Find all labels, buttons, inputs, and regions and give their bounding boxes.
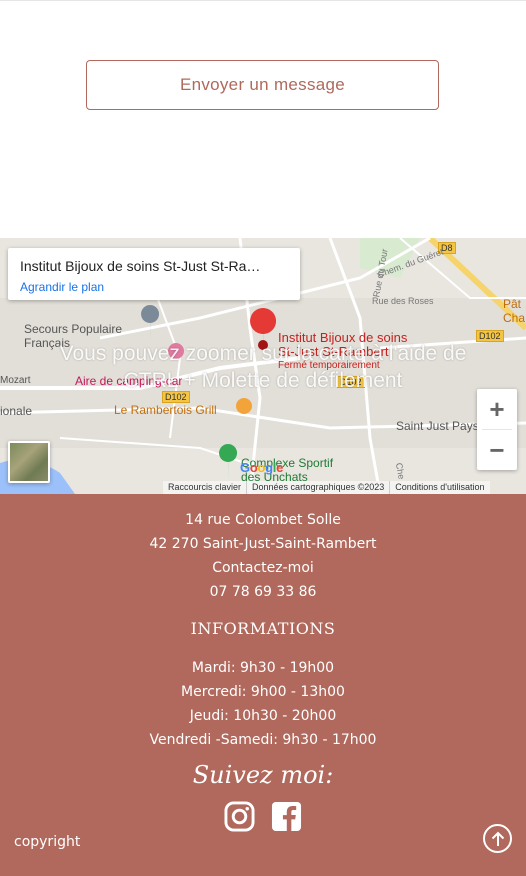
map-zoom-control: + − xyxy=(477,389,517,470)
follow-me-heading: Suivez moi: xyxy=(192,761,334,789)
marker-label[interactable]: Institut Bijoux de soins St-Just St-Ramb… xyxy=(278,331,407,373)
satellite-toggle-thumbnail[interactable] xyxy=(8,441,50,483)
enlarge-map-link[interactable]: Agrandir le plan xyxy=(20,280,288,294)
map-label-pat: Pât Cha xyxy=(503,297,526,325)
scroll-to-top-button[interactable] xyxy=(483,824,512,853)
road-badge-d102: D102 xyxy=(337,376,365,388)
map-attribution: Raccourcis clavier Données cartographiqu… xyxy=(163,481,490,494)
top-divider xyxy=(0,0,526,1)
hours-thursday: Jeudi: 10h30 - 20h00 xyxy=(189,708,337,724)
site-footer: 14 rue Colombet Solle 42 270 Saint-Just-… xyxy=(0,494,526,876)
marker-status: Fermé temporairement xyxy=(278,360,380,371)
instagram-icon[interactable] xyxy=(224,801,255,832)
place-title: Institut Bijoux de soins St-Just St-Ra… xyxy=(20,258,261,274)
road-label: Rue des Roses xyxy=(372,296,434,306)
contact-link[interactable]: Contactez-moi xyxy=(0,560,526,576)
zoom-in-button[interactable]: + xyxy=(477,389,517,429)
hours-friday-saturday: Vendredi -Samedi: 9h30 - 17h00 xyxy=(149,732,377,748)
road-badge-d102: D102 xyxy=(162,391,190,403)
facebook-icon[interactable] xyxy=(271,801,302,832)
terms-link[interactable]: Conditions d'utilisation xyxy=(389,481,490,494)
info-heading: INFORMATIONS xyxy=(190,619,336,638)
send-message-button[interactable]: Envoyer un message xyxy=(86,60,439,110)
address-line-2: 42 270 Saint-Just-Saint-Rambert xyxy=(149,536,377,552)
hours-wednesday: Mercredi: 9h00 - 13h00 xyxy=(181,684,345,700)
map-data-text: Données cartographiques ©2023 xyxy=(246,481,390,494)
google-logo: Google xyxy=(240,460,284,475)
arrow-up-icon xyxy=(491,831,504,846)
keyboard-shortcuts-link[interactable]: Raccourcis clavier xyxy=(163,481,247,494)
social-links xyxy=(224,801,302,832)
marker-name-line1: Institut Bijoux de soins xyxy=(278,330,408,345)
map-label-secours: Secours Populaire Français xyxy=(24,322,123,350)
copyright-text[interactable]: copyright xyxy=(14,834,80,850)
address-line-1: 14 rue Colombet Solle xyxy=(185,512,341,528)
road-badge-d102: D102 xyxy=(476,330,504,342)
map-label-grill: Le Rambertois Grill xyxy=(114,403,217,417)
zoom-out-button[interactable]: − xyxy=(477,430,517,470)
map-label-regional: ionale xyxy=(0,404,33,418)
hours-tuesday: Mardi: 9h30 - 19h00 xyxy=(191,660,335,676)
marker-name-line2: St-Just St-Rambert xyxy=(278,344,389,359)
phone-number[interactable]: 07 78 69 33 86 xyxy=(0,584,526,600)
map-label-camping: Aire de camping-car xyxy=(75,374,183,388)
map-place-card: Institut Bijoux de soins St-Just St-Ra… … xyxy=(8,248,300,300)
map-label-mozart: Mozart xyxy=(0,375,31,386)
